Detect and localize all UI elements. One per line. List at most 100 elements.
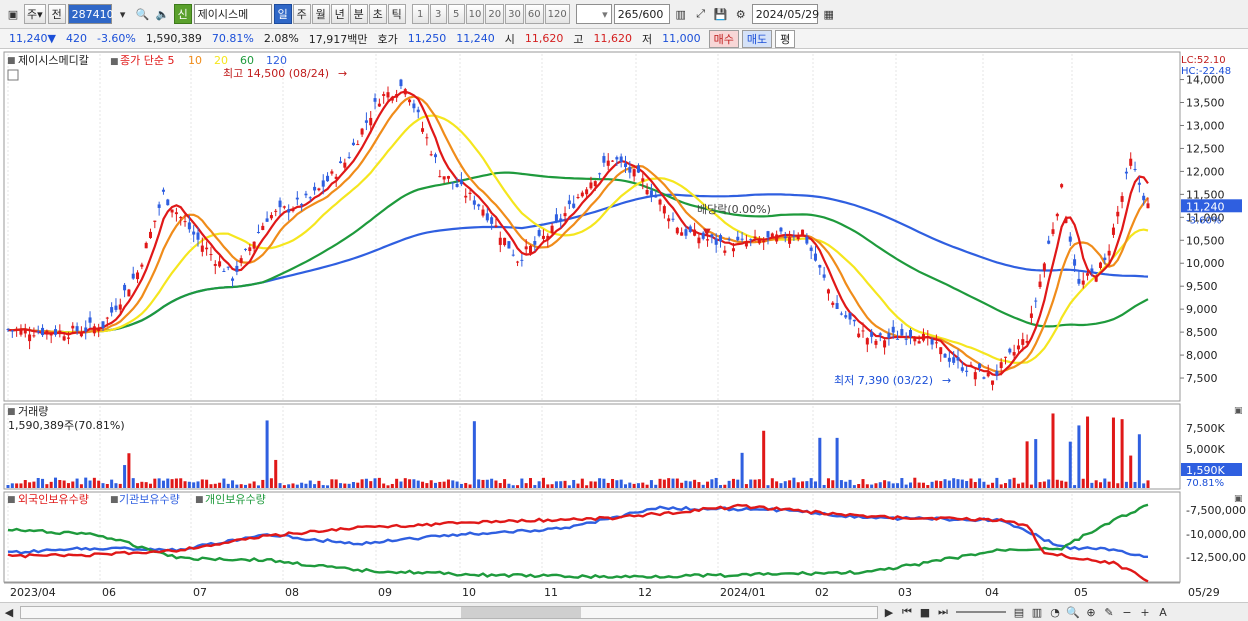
calendar-icon[interactable]: ▦ (820, 5, 838, 23)
candle-body (62, 336, 66, 341)
scroll-thumb[interactable] (461, 606, 581, 618)
candle-body (92, 326, 96, 334)
search-icon[interactable]: 🔍 (134, 5, 152, 23)
unit-select[interactable]: ▾ (575, 4, 612, 24)
forward-icon[interactable]: ⏭ (934, 603, 952, 621)
zoom-slider[interactable] (956, 611, 1006, 613)
minus-icon[interactable]: − (1118, 603, 1136, 621)
stock-code-input[interactable]: 287410 (67, 4, 114, 24)
volume-bar (956, 479, 960, 488)
type-select[interactable]: 주 ▾ (24, 4, 46, 24)
x-tick-label: 08 (285, 586, 299, 599)
date-field[interactable]: 2024/05/29 (751, 4, 819, 24)
save-icon[interactable]: 💾 (712, 5, 730, 23)
buy-button[interactable]: 매수 (708, 29, 739, 48)
speaker-icon[interactable]: 🔈 (154, 5, 172, 23)
period-tab-1[interactable]: 주 (292, 4, 311, 24)
prev-button[interactable]: 전 (47, 4, 66, 24)
volume-bar (706, 481, 710, 488)
layout-two-icon[interactable]: ▥ (1028, 603, 1046, 621)
volume-bar (334, 479, 338, 488)
candle-body (136, 272, 140, 280)
volume-bar (900, 478, 904, 488)
zoom-in-icon[interactable]: ⊕ (1082, 603, 1100, 621)
shin-button[interactable]: 신 (173, 4, 192, 24)
volume-bar (62, 480, 66, 488)
volume-bar (1094, 480, 1098, 488)
layout-icon[interactable]: ▤ (1010, 603, 1028, 621)
candle-body (192, 231, 196, 235)
interval-tab-20[interactable]: 20 (485, 4, 505, 24)
stock-name-field[interactable]: 제이시스메 (193, 4, 272, 24)
interval-tabs: 1 3 5 10 20 30 60 120 (411, 4, 570, 24)
candle-body (88, 317, 92, 323)
eval-button[interactable]: 평 (775, 29, 796, 48)
period-tab-4[interactable]: 분 (349, 4, 368, 24)
gear-icon[interactable]: ⚙ (732, 5, 750, 23)
candle-icon[interactable]: ▥ (672, 5, 690, 23)
volume-bars (6, 413, 1150, 488)
inst-holder-line (7, 503, 1149, 580)
search-icon[interactable]: 🔍 (1064, 603, 1082, 621)
grid-toggle-icon[interactable] (7, 69, 19, 81)
volume-bar (442, 481, 446, 488)
volume-bar (887, 481, 891, 488)
volume-bar (446, 479, 450, 488)
volume-bar (32, 481, 36, 488)
pencil-icon[interactable]: ✎ (1100, 603, 1118, 621)
interval-tab-120[interactable]: 120 (544, 4, 570, 24)
rewind-icon[interactable]: ⏮ (898, 603, 916, 621)
volume-bar (110, 479, 114, 488)
stop-icon[interactable]: ■ (916, 603, 934, 621)
candle-body (1133, 168, 1137, 170)
trend-tool-icon[interactable]: ⤢ (692, 5, 710, 23)
candle-body (507, 241, 511, 249)
volume-bar (490, 478, 494, 488)
candle-body (926, 336, 930, 338)
candle-body (619, 156, 623, 162)
interval-tab-5[interactable]: 5 (447, 4, 465, 24)
close-panel-icon[interactable]: ▣ (1234, 494, 1243, 504)
scroll-right-icon[interactable]: ▶ (880, 603, 898, 621)
dividend-marker-icon: ▼ (703, 227, 711, 238)
volume-pct-label: 70.81% (1186, 478, 1224, 489)
stock-chart[interactable]: ■ 제이시스메디칼 ■ 종가 단순 5 10 20 60 120최고 14,500 (08/2… (0, 50, 1248, 603)
volume-bar (66, 483, 70, 488)
period-tab-3[interactable]: 년 (330, 4, 349, 24)
candle-body (377, 103, 381, 107)
volume-bar (1021, 482, 1025, 488)
plus-icon[interactable]: + (1136, 603, 1154, 621)
interval-tab-3[interactable]: 3 (429, 4, 447, 24)
panel-dot-icon: ■ (195, 495, 204, 505)
candle-body (187, 222, 191, 230)
candle-body (658, 199, 662, 205)
data-count-field[interactable]: 265/600 (613, 4, 670, 24)
candle-body (753, 236, 757, 238)
text-tool-icon[interactable]: A (1154, 603, 1172, 621)
volume-bar (753, 479, 757, 488)
candle-body (710, 234, 714, 238)
close-panel-icon[interactable]: ▣ (1234, 406, 1243, 416)
interval-tab-30[interactable]: 30 (505, 4, 524, 24)
volume-bar (701, 484, 705, 488)
period-tab-6[interactable]: 틱 (387, 4, 406, 24)
period-tab-2[interactable]: 월 (311, 4, 330, 24)
interval-tab-60[interactable]: 60 (524, 4, 544, 24)
horizontal-scrollbar[interactable] (20, 605, 878, 619)
volume-bar (649, 480, 653, 488)
interval-tab-1[interactable]: 1 (411, 4, 429, 24)
candle-body (559, 218, 563, 222)
sell-button[interactable]: 매도 (741, 29, 773, 48)
scroll-left-icon[interactable]: ◀ (0, 603, 18, 621)
window-icon[interactable]: ▣ (4, 5, 22, 23)
period-tab-0[interactable]: 일 (273, 4, 292, 24)
count-total: /600 (638, 7, 664, 21)
volume-bar (580, 478, 584, 488)
volume-panel-frame (3, 403, 1181, 490)
volume-bar (390, 483, 394, 488)
period-tab-5[interactable]: 초 (368, 4, 387, 24)
chart-type-icon[interactable]: ◔ (1046, 603, 1064, 621)
candle-body (442, 176, 446, 180)
dropdown-arrow-icon[interactable]: ▾ (114, 5, 132, 23)
interval-tab-10[interactable]: 10 (465, 4, 485, 24)
